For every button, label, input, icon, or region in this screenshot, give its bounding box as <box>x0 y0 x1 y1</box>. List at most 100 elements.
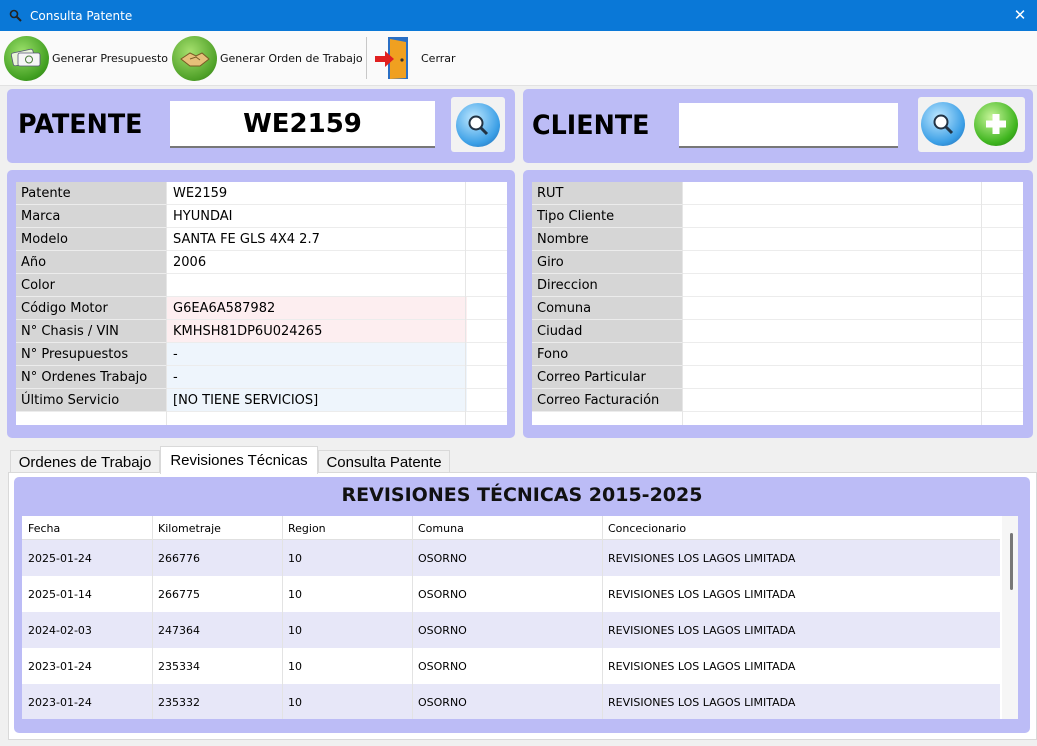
table-row[interactable]: 2025-01-1426677510OSORNOREVISIONES LOS L… <box>22 576 1000 612</box>
vehicle-value <box>167 274 467 296</box>
vehicle-label: Patente <box>16 182 166 204</box>
buscar-patente-button[interactable] <box>451 97 505 152</box>
table-row[interactable]: 2024-02-03 247364 10 OSORNO REVISIONES LOS L… <box>22 612 1000 648</box>
vehicle-value: [NO TIENE SERVICIOS] <box>167 389 467 411</box>
search-icon <box>930 111 956 137</box>
vehicle-label: N° Presupuestos <box>16 343 166 365</box>
table-row[interactable]: 2023-01-24 235332 10 OSORNO REVISIONES LOS L… <box>22 684 1000 719</box>
vehicle-label: Año <box>16 251 166 273</box>
vehicle-label: Color <box>16 274 166 296</box>
column-divider <box>282 516 283 719</box>
table-cell: 2024-02-03 <box>22 612 92 648</box>
table-cell: OSORNO <box>412 612 467 648</box>
tab-ordenes-trabajo[interactable]: Ordenes de Trabajo <box>10 450 160 473</box>
column-header[interactable]: Kilometraje <box>152 516 221 540</box>
client-value <box>683 343 983 365</box>
table-cell: REVISIONES LOS LAGOS LIMITADA <box>602 612 795 648</box>
client-label: Ciudad <box>532 320 682 342</box>
table-cell: 247364 <box>152 612 200 648</box>
table-row[interactable]: 2023-01-2423533410OSORNOREVISIONES LOS L… <box>22 648 1000 684</box>
generar-presupuesto-label: Generar Presupuesto <box>52 52 168 65</box>
column-header[interactable]: Concecionario <box>602 516 686 540</box>
client-label: Correo Facturación <box>532 389 682 411</box>
client-value <box>683 320 983 342</box>
client-info-grid: RUTTipo ClienteNombreGiroDireccionComuna… <box>532 182 1023 425</box>
search-icon <box>456 103 500 147</box>
client-label: RUT <box>532 182 682 204</box>
table-cell: REVISIONES LOS LAGOS LIMITADA <box>602 576 795 612</box>
table-cell: 10 <box>282 648 302 684</box>
column-divider <box>166 182 167 425</box>
table-cell: REVISIONES LOS LAGOS LIMITADA <box>602 684 795 719</box>
client-label: Comuna <box>532 297 682 319</box>
table-cell: 2023-01-24 <box>22 648 92 684</box>
vehicle-label: N° Ordenes Trabajo <box>16 366 166 388</box>
table-row[interactable]: 2025-01-2426677610OSORNOREVISIONES LOS L… <box>22 540 1000 576</box>
table-cell: OSORNO <box>412 576 467 612</box>
column-header[interactable]: Fecha <box>22 516 60 540</box>
client-label: Correo Particular <box>532 366 682 388</box>
vehicle-label: Último Servicio <box>16 389 166 411</box>
vehicle-info-grid: PatenteWE2159MarcaHYUNDAIModeloSANTA FE … <box>16 182 507 425</box>
table-cell: 235332 <box>152 684 200 719</box>
door-exit-icon <box>372 35 412 81</box>
table-cell: 2025-01-14 <box>22 576 92 612</box>
generar-presupuesto-button[interactable]: Generar Presupuesto <box>4 34 168 82</box>
table-cell: 10 <box>282 684 302 719</box>
client-value <box>683 274 983 296</box>
vehicle-value: WE2159 <box>167 182 467 204</box>
column-header[interactable]: Comuna <box>412 516 464 540</box>
scrollbar-thumb[interactable] <box>1010 533 1013 590</box>
buscar-cliente-button[interactable] <box>921 102 965 146</box>
table-cell: OSORNO <box>412 684 467 719</box>
table-cell: 266776 <box>152 540 200 576</box>
patente-input[interactable]: WE2159 <box>170 101 435 148</box>
client-value <box>683 251 983 273</box>
vehicle-value: G6EA6A587982 <box>167 297 467 319</box>
row-divider <box>532 411 1023 412</box>
column-divider <box>465 182 466 425</box>
app-icon <box>8 8 24 24</box>
tab-consulta-patente[interactable]: Consulta Patente <box>318 450 450 473</box>
column-divider <box>981 182 982 425</box>
revisiones-title: REVISIONES TÉCNICAS 2015-2025 <box>14 484 1030 506</box>
vehicle-label: Marca <box>16 205 166 227</box>
client-label: Fono <box>532 343 682 365</box>
vehicle-value: - <box>167 366 467 388</box>
client-label: Direccion <box>532 274 682 296</box>
table-cell: 2023-01-24 <box>22 684 92 719</box>
table-cell: 10 <box>282 612 302 648</box>
vertical-scrollbar[interactable] <box>1002 516 1018 719</box>
close-window-button[interactable]: ✕ <box>1009 4 1031 26</box>
vehicle-value: 2006 <box>167 251 467 273</box>
column-divider <box>412 516 413 719</box>
table-cell: 10 <box>282 540 302 576</box>
table-cell: OSORNO <box>412 540 467 576</box>
revisiones-table: Fecha Kilometraje Region Comuna Concecionari… <box>22 516 1018 719</box>
client-value <box>683 205 983 227</box>
generar-orden-label: Generar Orden de Trabajo <box>220 52 363 65</box>
table-cell: OSORNO <box>412 648 467 684</box>
agregar-cliente-button[interactable] <box>974 102 1018 146</box>
cliente-input[interactable] <box>679 103 898 148</box>
toolbar: Generar Presupuesto Generar Orden de Tra… <box>0 31 1037 86</box>
tab-revisiones-tecnicas[interactable]: Revisiones Técnicas <box>160 446 318 474</box>
client-value <box>683 228 983 250</box>
vehicle-value: - <box>167 343 467 365</box>
column-header[interactable]: Region <box>282 516 326 540</box>
cerrar-label: Cerrar <box>421 52 456 65</box>
column-divider <box>602 516 603 719</box>
vehicle-value: SANTA FE GLS 4X4 2.7 <box>167 228 467 250</box>
vehicle-label: N° Chasis / VIN <box>16 320 166 342</box>
cliente-title: CLIENTE <box>532 110 649 141</box>
table-cell: REVISIONES LOS LAGOS LIMITADA <box>602 648 795 684</box>
vehicle-value: KMHSH81DP6U024265 <box>167 320 467 342</box>
cerrar-button[interactable]: Cerrar <box>372 34 456 82</box>
generar-orden-button[interactable]: Generar Orden de Trabajo <box>172 34 363 82</box>
table-cell: 10 <box>282 576 302 612</box>
table-header: Fecha Kilometraje Region Comuna Concecionari… <box>22 516 1000 540</box>
row-divider <box>16 411 507 412</box>
table-cell: REVISIONES LOS LAGOS LIMITADA <box>602 540 795 576</box>
column-divider <box>152 516 153 719</box>
toolbar-separator <box>366 37 367 79</box>
